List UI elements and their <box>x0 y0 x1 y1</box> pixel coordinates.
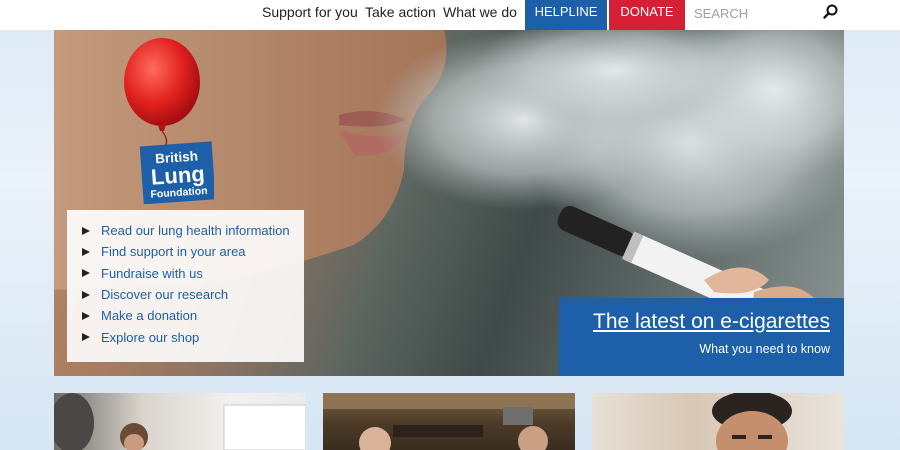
nav-support-for-you[interactable]: Support for you <box>262 0 358 30</box>
triangle-right-icon <box>82 247 90 256</box>
feature-subtitle: What you need to know <box>699 342 830 356</box>
triangle-right-icon <box>82 269 90 278</box>
menu-item-shop[interactable]: Explore our shop <box>81 326 304 347</box>
top-navigation: Support for you Take action What we do H… <box>0 0 900 30</box>
menu-item-label: Read our lung health information <box>101 223 290 239</box>
menu-item-label: Find support in your area <box>101 244 246 260</box>
people-in-pub-photo <box>323 393 575 450</box>
nav-take-action[interactable]: Take action <box>365 0 436 30</box>
menu-item-label: Explore our shop <box>101 329 200 345</box>
search-icon[interactable] <box>822 3 840 21</box>
triangle-right-icon <box>82 311 90 320</box>
triangle-right-icon <box>82 226 90 235</box>
british-lung-foundation-logo[interactable]: British Lung Foundation <box>124 36 216 209</box>
donate-button[interactable]: DONATE <box>609 0 685 30</box>
triangle-right-icon <box>82 333 90 342</box>
menu-item-lung-health-info[interactable]: Read our lung health information <box>81 220 304 241</box>
menu-item-research[interactable]: Discover our research <box>81 284 304 305</box>
helpline-button[interactable]: HELPLINE <box>525 0 607 30</box>
card-people-in-pub[interactable] <box>323 393 575 450</box>
menu-item-donation[interactable]: Make a donation <box>81 305 304 326</box>
smiling-man-photo <box>712 393 792 450</box>
card-woman-at-whiteboard[interactable] <box>54 393 306 450</box>
menu-item-find-support[interactable]: Find support in your area <box>81 241 304 262</box>
menu-item-label: Make a donation <box>101 308 198 324</box>
menu-item-label: Discover our research <box>101 287 229 303</box>
card-smiling-man[interactable] <box>592 393 844 450</box>
hero-banner[interactable]: British Lung Foundation Read our lung he… <box>54 30 844 376</box>
quick-links-menu: Read our lung health information Find su… <box>67 210 304 362</box>
search-input[interactable] <box>686 0 836 26</box>
triangle-right-icon <box>82 290 90 299</box>
feature-title-link[interactable]: The latest on e-cigarettes <box>573 310 830 334</box>
feature-callout: The latest on e-cigarettes What you need… <box>559 298 844 376</box>
menu-item-label: Fundraise with us <box>101 265 203 281</box>
menu-item-fundraise[interactable]: Fundraise with us <box>81 263 304 284</box>
nav-what-we-do[interactable]: What we do <box>443 0 517 30</box>
woman-at-whiteboard-photo <box>54 393 306 450</box>
